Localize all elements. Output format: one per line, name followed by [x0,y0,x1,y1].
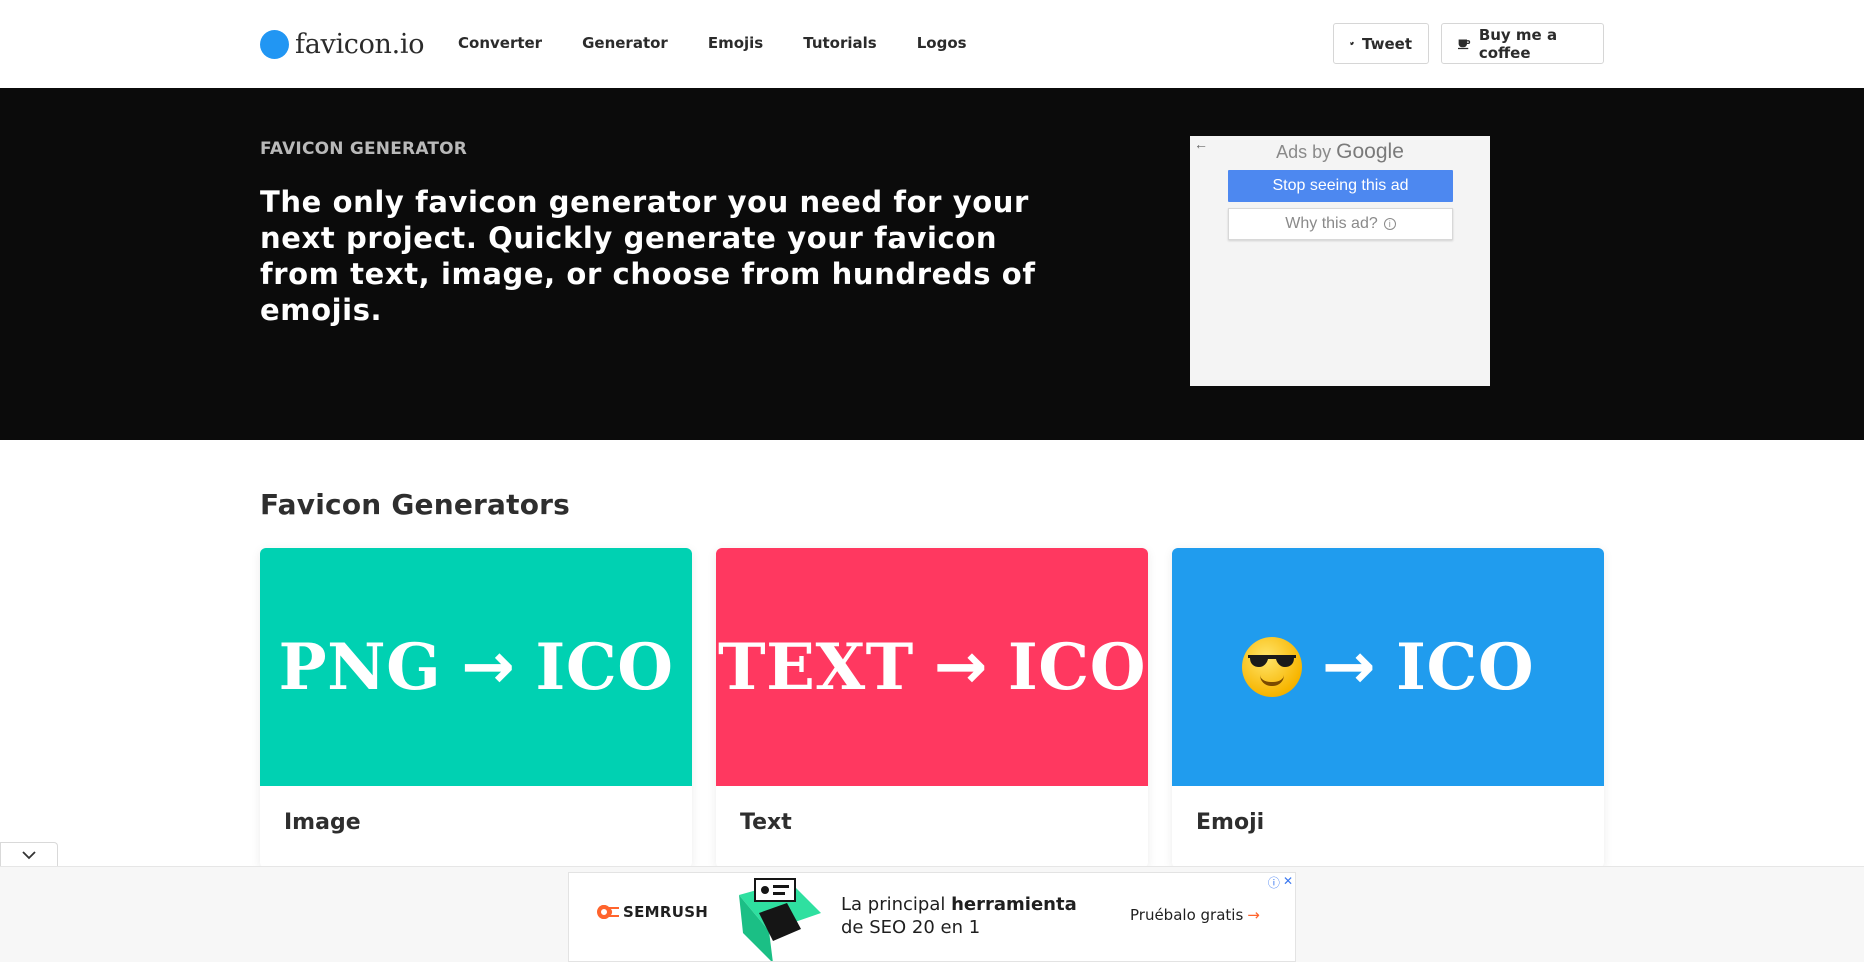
right-arrow-icon: → [1321,630,1376,704]
collapse-ad-toggle[interactable] [0,842,58,868]
generator-card-emoji[interactable]: → ICO Emoji [1172,548,1604,868]
right-arrow-icon: → [461,630,516,704]
adchoices-controls: ⓘ ✕ [1268,874,1293,891]
hero-section: FAVICON GENERATOR The only favicon gener… [0,88,1864,440]
bottom-anchor-ad-bar: SEMRUSH La principal herramienta de SEO … [0,866,1864,962]
right-arrow-icon: → [933,630,988,704]
nav-emojis[interactable]: Emojis [708,34,763,52]
banner-cta-label: Pruébalo gratis [1130,906,1244,924]
adchoices-info-icon[interactable]: ⓘ [1268,874,1280,891]
card-emoji-to: ICO [1396,629,1535,705]
banner-text-prefix: La principal [841,894,946,915]
banner-cta-link[interactable]: Pruébalo gratis → [1130,906,1260,924]
nav-tutorials[interactable]: Tutorials [803,34,876,52]
info-icon: i [1383,218,1396,230]
seo-tool-illustration [739,878,821,961]
brand-logo-link[interactable]: favicon.io [260,27,425,61]
nav-converter[interactable]: Converter [458,34,542,52]
card-image-banner: PNG → ICO [260,548,692,786]
google-ad-panel: ← Ads by Google Stop seeing this ad Why … [1190,136,1490,386]
banner-text-line2: de SEO 20 en 1 [841,917,981,938]
card-text-from: TEXT [718,629,914,705]
card-image-from: PNG [278,629,442,705]
banner-headline: La principal herramienta de SEO 20 en 1 [841,893,1077,939]
card-text-banner: TEXT → ICO [716,548,1148,786]
google-wordmark: Google [1336,140,1404,163]
ads-by-text: Ads by [1276,142,1332,162]
close-ad-icon[interactable]: ✕ [1283,874,1293,891]
hero-eyebrow: FAVICON GENERATOR [260,139,468,159]
chevron-down-icon [22,851,36,860]
hero-title: The only favicon generator you need for … [260,185,1036,327]
buy-me-a-coffee-button[interactable]: Buy me a coffee [1441,23,1604,64]
generator-card-image[interactable]: PNG → ICO Image [260,548,692,868]
why-this-ad-button[interactable]: Why this ad? i [1228,208,1453,240]
sunglasses-emoji-icon [1241,637,1302,697]
twitter-icon [1350,41,1355,46]
arrow-right-icon: → [1247,906,1260,924]
stop-seeing-ad-button[interactable]: Stop seeing this ad [1228,170,1453,202]
coffee-cup-icon [1458,39,1471,49]
tweet-button[interactable]: Tweet [1333,23,1429,64]
top-navbar: favicon.io Converter Generator Emojis Tu… [0,0,1864,88]
ads-by-google-label: Ads by Google [1190,140,1490,164]
semrush-logo: SEMRUSH [597,903,708,921]
nav-generator[interactable]: Generator [582,34,668,52]
tweet-label: Tweet [1362,34,1412,53]
semrush-wordmark: SEMRUSH [623,903,709,921]
card-text-label: Text [740,810,792,835]
banner-text-bold: herramienta [951,894,1077,915]
nav-logos[interactable]: Logos [917,34,967,52]
why-this-ad-label: Why this ad? [1285,215,1378,232]
semrush-banner-ad[interactable]: SEMRUSH La principal herramienta de SEO … [568,872,1296,962]
card-image-label: Image [284,810,361,835]
brand-logo-dot-icon [260,29,289,59]
card-image-to: ICO [535,629,674,705]
main-nav: Converter Generator Emojis Tutorials Log… [458,34,1007,52]
generators-section-title: Favicon Generators [260,488,571,521]
semrush-flame-icon [597,905,619,919]
card-text-to: ICO [1007,629,1146,705]
brand-name: favicon.io [295,28,425,60]
card-emoji-label: Emoji [1196,810,1265,835]
card-emoji-banner: → ICO [1172,548,1604,786]
generator-card-text[interactable]: TEXT → ICO Text [716,548,1148,868]
coffee-label: Buy me a coffee [1478,25,1558,62]
